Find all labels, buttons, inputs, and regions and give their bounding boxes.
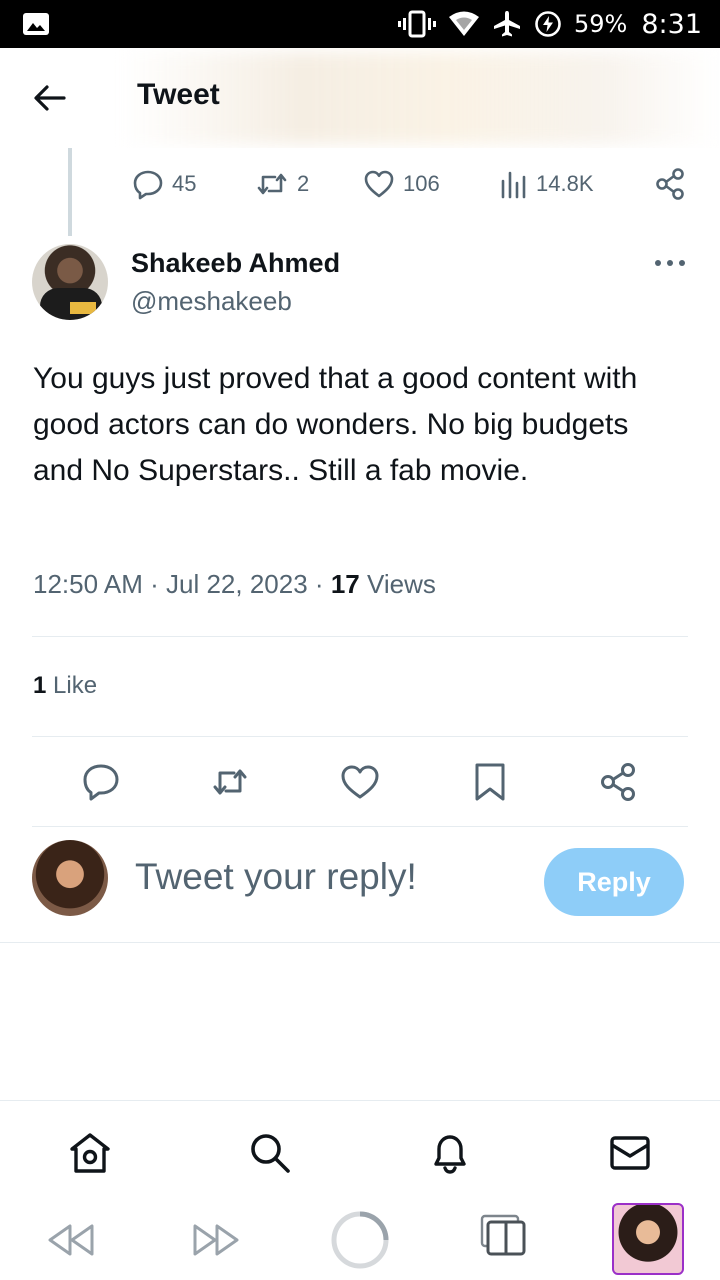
meta-separator: ·: [150, 569, 159, 599]
fast-forward-icon[interactable]: [191, 1222, 241, 1258]
browser-toolbar: [0, 1200, 720, 1280]
battery-saver-icon: [535, 11, 561, 37]
wifi-icon: [449, 11, 480, 36]
vibrate-icon: [398, 10, 437, 38]
share-icon: [656, 168, 684, 200]
notifications-bell-icon[interactable]: [428, 1131, 472, 1175]
reply-button[interactable]: Reply: [544, 848, 684, 916]
retweet-icon: [257, 173, 287, 195]
divider: [32, 826, 688, 827]
tweet-action-bar: [0, 762, 720, 802]
author-name[interactable]: Shakeeb Ahmed: [131, 248, 340, 279]
divider: [0, 942, 720, 943]
retweet-metric[interactable]: 2: [255, 164, 309, 204]
tweet-text: You guys just proved that a good content…: [33, 362, 638, 487]
page-title: Tweet: [137, 78, 220, 111]
reply-count: 45: [172, 171, 197, 196]
analytics-icon: [501, 171, 526, 199]
tweet-date: Jul 22, 2023: [166, 569, 308, 599]
search-icon[interactable]: [248, 1131, 292, 1175]
meta-separator: ·: [314, 569, 324, 599]
gallery-notification-icon: [23, 13, 49, 35]
back-arrow-icon[interactable]: [32, 80, 68, 116]
reply-input[interactable]: Tweet your reply!: [135, 856, 417, 898]
heart-icon: [364, 170, 394, 198]
share-button-icon[interactable]: [598, 762, 638, 802]
like-count: 106: [403, 171, 440, 196]
author-avatar[interactable]: [32, 244, 108, 320]
likes-number: 1: [33, 672, 47, 699]
messages-envelope-icon[interactable]: [608, 1131, 652, 1175]
author-handle[interactable]: @meshakeeb: [131, 286, 292, 317]
views-label: Views: [366, 569, 436, 599]
battery-percent: 59%: [574, 10, 628, 38]
tweet-metadata: 12:50 AM · Jul 22, 2023 · 17 Views: [33, 569, 436, 600]
more-options-icon[interactable]: [654, 256, 686, 270]
rewind-back-icon[interactable]: [46, 1222, 96, 1258]
tweet-time: 12:50 AM: [33, 569, 143, 599]
like-button-icon[interactable]: [340, 762, 380, 802]
loading-spinner-icon[interactable]: [330, 1210, 390, 1270]
reply-icon: [133, 170, 163, 200]
bottom-navigation: [0, 1100, 720, 1200]
divider: [32, 736, 688, 737]
retweet-button-icon[interactable]: [210, 762, 250, 802]
home-icon[interactable]: [68, 1131, 112, 1175]
views-number: 17: [330, 569, 360, 599]
like-metric[interactable]: 106: [363, 164, 440, 204]
clock: 8:31: [641, 8, 702, 40]
reply-button-icon[interactable]: [81, 762, 121, 802]
app-header: Tweet: [0, 48, 720, 148]
tabs-switcher-icon[interactable]: [480, 1214, 526, 1256]
reply-metric[interactable]: 45: [132, 164, 196, 204]
views-metric[interactable]: 14.8K: [500, 164, 594, 204]
profile-thumbnail[interactable]: [612, 1203, 684, 1275]
parent-tweet-metrics: 45 2 106 14.8K: [0, 164, 720, 204]
status-bar: 59% 8:31: [0, 0, 720, 48]
likes-summary[interactable]: 1 Like: [33, 672, 97, 700]
share-metric[interactable]: [655, 164, 685, 204]
current-user-avatar[interactable]: [32, 840, 108, 916]
avatar-badge-graphic: [70, 302, 96, 314]
divider: [32, 636, 688, 637]
retweet-count: 2: [297, 171, 310, 196]
airplane-mode-icon: [494, 11, 521, 37]
bookmark-button-icon[interactable]: [470, 762, 510, 802]
likes-label: Like: [53, 672, 98, 699]
views-count: 14.8K: [536, 171, 594, 196]
